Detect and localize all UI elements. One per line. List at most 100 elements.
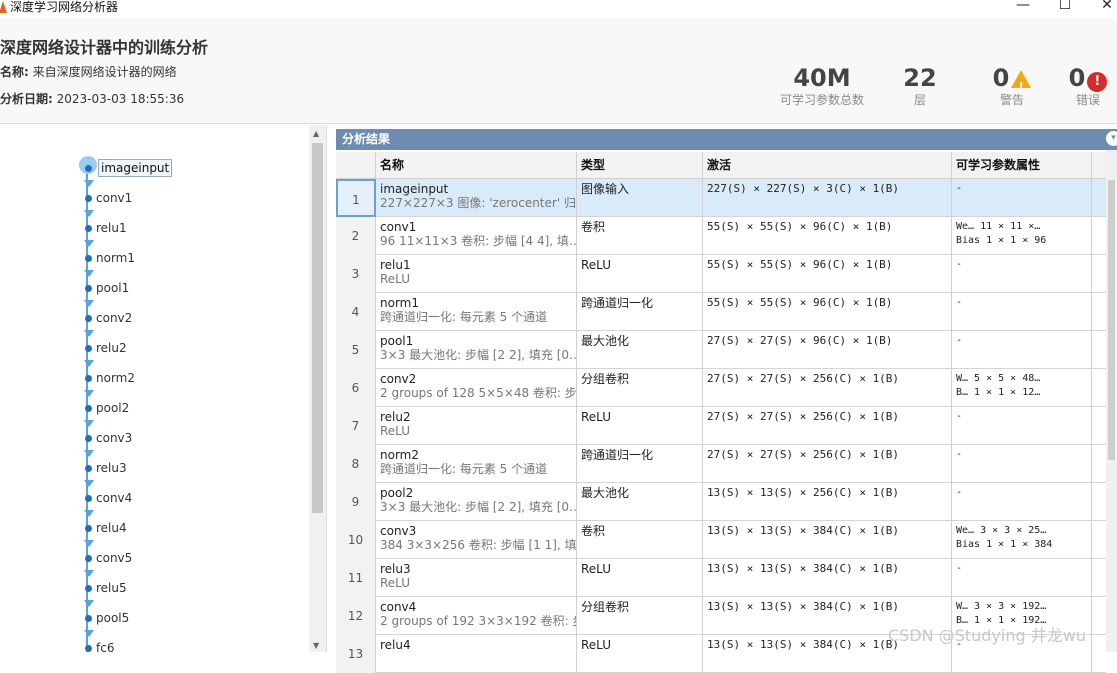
layer-name-cell: relu2 ReLU bbox=[376, 407, 577, 445]
layer-name: pool1 bbox=[380, 334, 414, 348]
analysis-results-panel: 分析结果 ▾ 名称 类型 激活 可学习参数属性 1 imageinput 227×2… bbox=[336, 129, 1117, 673]
header-type[interactable]: 类型 bbox=[577, 152, 703, 179]
layer-type: 最大池化 bbox=[581, 334, 630, 348]
row-index: 7 bbox=[336, 407, 376, 445]
activations-value: 13(S) × 13(S) × 256(C) × 1(B) bbox=[707, 486, 900, 499]
layer-type: 分组卷积 bbox=[581, 372, 630, 386]
header-learnables[interactable]: 可学习参数属性 bbox=[952, 152, 1092, 179]
table-row[interactable]: 3 relu1 ReLU ReLU 55(S) × 55(S) × 96(C) × 1(… bbox=[336, 255, 1106, 293]
activations-value: 227(S) × 227(S) × 3(C) × 1(B) bbox=[707, 182, 900, 195]
learnables-line1: W… 5 × 5 × 48… bbox=[956, 373, 1041, 384]
stat-errors: 0! 错误 bbox=[1060, 64, 1116, 108]
learnables-line1: - bbox=[956, 259, 963, 270]
network-name-value: 来自深度网络设计器的网络 bbox=[32, 65, 177, 79]
layer-description: 3×3 最大池化: 步幅 [2 2], 填充 [0… bbox=[380, 348, 577, 362]
layer-description: 跨通道归一化: 每元素 5 个通道 bbox=[380, 462, 548, 476]
arrow-down-icon bbox=[84, 480, 94, 487]
network-graph-pane[interactable]: imageinput conv1 relu1 norm1 pool1 conv2 relu2… bbox=[0, 125, 327, 652]
arrow-down-icon bbox=[84, 300, 94, 307]
node-dot-icon bbox=[85, 525, 92, 532]
layer-description: 96 11×11×3 卷积: 步幅 [4 4], 填… bbox=[380, 234, 577, 248]
graph-scroll-thumb[interactable] bbox=[312, 143, 323, 513]
panel-header: 分析结果 ▾ bbox=[336, 129, 1117, 150]
layer-type-cell: ReLU bbox=[577, 255, 703, 293]
title-bar: 深度学习网络分析器 — ☐ ✕ bbox=[0, 0, 1117, 18]
graph-node-label: relu3 bbox=[96, 461, 127, 475]
node-dot-icon bbox=[85, 465, 92, 472]
header-activations[interactable]: 激活 bbox=[703, 152, 952, 179]
layer-name-cell: relu1 ReLU bbox=[376, 255, 577, 293]
stat-errors-value: 0 bbox=[1068, 64, 1086, 92]
layer-name-cell: imageinput 227×227×3 图像: 'zerocenter' 归… bbox=[376, 179, 577, 217]
network-name-label: 名称: bbox=[0, 65, 29, 79]
activations-cell: 13(S) × 13(S) × 384(C) × 1(B) bbox=[703, 521, 952, 559]
row-index: 1 bbox=[336, 179, 376, 217]
layer-name-cell: conv1 96 11×11×3 卷积: 步幅 [4 4], 填… bbox=[376, 217, 577, 255]
layer-type: ReLU bbox=[581, 638, 612, 652]
table-row[interactable]: 10 conv3 384 3×3×256 卷积: 步幅 [1 1], 填… 卷积 13(… bbox=[336, 521, 1106, 559]
table-row[interactable]: 2 conv1 96 11×11×3 卷积: 步幅 [4 4], 填… 卷积 55(S)… bbox=[336, 217, 1106, 255]
table-scroll-thumb[interactable] bbox=[1108, 180, 1115, 460]
layer-description: ReLU bbox=[380, 272, 411, 286]
layer-type-cell: 跨通道归一化 bbox=[577, 293, 703, 331]
activations-cell: 27(S) × 27(S) × 96(C) × 1(B) bbox=[703, 331, 952, 369]
table-row[interactable]: 11 relu3 ReLU ReLU 13(S) × 13(S) × 384(C) × … bbox=[336, 559, 1106, 597]
row-index: 8 bbox=[336, 445, 376, 483]
panel-title: 分析结果 bbox=[342, 132, 391, 146]
maximize-button[interactable]: ☐ bbox=[1045, 0, 1085, 16]
table-row[interactable]: 5 pool1 3×3 最大池化: 步幅 [2 2], 填充 [0… 最大池化 27(S… bbox=[336, 331, 1106, 369]
graph-scrollbar[interactable]: ▲ ▼ bbox=[309, 125, 326, 652]
table-row[interactable]: 1 imageinput 227×227×3 图像: 'zerocenter' 归…… bbox=[336, 179, 1106, 217]
node-dot-icon bbox=[85, 615, 92, 622]
layer-name-cell: norm2 跨通道归一化: 每元素 5 个通道 bbox=[376, 445, 577, 483]
table-row[interactable]: 8 norm2 跨通道归一化: 每元素 5 个通道 跨通道归一化 27(S) × 27(… bbox=[336, 445, 1106, 483]
activations-value: 13(S) × 13(S) × 384(C) × 1(B) bbox=[707, 600, 900, 613]
layer-name-cell: conv2 2 groups of 128 5×5×48 卷积: 步… bbox=[376, 369, 577, 407]
layer-description: 2 groups of 192 3×3×192 卷积: 步… bbox=[380, 614, 577, 628]
row-index: 10 bbox=[336, 521, 376, 559]
table-row[interactable]: 6 conv2 2 groups of 128 5×5×48 卷积: 步… 分组卷积 2… bbox=[336, 369, 1106, 407]
layer-name-cell: pool1 3×3 最大池化: 步幅 [2 2], 填充 [0… bbox=[376, 331, 577, 369]
layer-description: 跨通道归一化: 每元素 5 个通道 bbox=[380, 310, 548, 324]
layer-name-cell: conv3 384 3×3×256 卷积: 步幅 [1 1], 填… bbox=[376, 521, 577, 559]
layer-type: ReLU bbox=[581, 258, 612, 272]
table-row[interactable]: 9 pool2 3×3 最大池化: 步幅 [2 2], 填充 [0… 最大池化 13(S… bbox=[336, 483, 1106, 521]
table-scrollbar[interactable] bbox=[1106, 150, 1117, 652]
table-row[interactable]: 4 norm1 跨通道归一化: 每元素 5 个通道 跨通道归一化 55(S) × 55(… bbox=[336, 293, 1106, 331]
activations-cell: 13(S) × 13(S) × 256(C) × 1(B) bbox=[703, 483, 952, 521]
graph-node-label: conv2 bbox=[96, 311, 133, 325]
activations-cell: 27(S) × 27(S) × 256(C) × 1(B) bbox=[703, 445, 952, 483]
table-row[interactable]: 7 relu2 ReLU ReLU 27(S) × 27(S) × 256(C) × 1… bbox=[336, 407, 1106, 445]
layer-name: pool2 bbox=[380, 486, 414, 500]
layer-type: 最大池化 bbox=[581, 486, 630, 500]
error-icon: ! bbox=[1087, 72, 1108, 92]
activations-value: 55(S) × 55(S) × 96(C) × 1(B) bbox=[707, 258, 893, 271]
minimize-button[interactable]: — bbox=[1003, 0, 1043, 16]
learnables-line1: We… 11 × 11 ×… bbox=[956, 221, 1041, 232]
layer-type: 跨通道归一化 bbox=[581, 448, 654, 462]
row-index: 11 bbox=[336, 559, 376, 597]
learnables-line1: - bbox=[956, 335, 963, 346]
node-dot-icon bbox=[85, 375, 92, 382]
layer-name: relu3 bbox=[380, 562, 411, 576]
scroll-up-icon[interactable]: ▲ bbox=[313, 129, 319, 138]
activations-cell: 27(S) × 27(S) × 256(C) × 1(B) bbox=[703, 369, 952, 407]
node-dot-icon bbox=[85, 315, 92, 322]
close-button[interactable]: ✕ bbox=[1087, 0, 1117, 16]
layer-description: 227×227×3 图像: 'zerocenter' 归… bbox=[380, 196, 577, 210]
graph-node-label: norm1 bbox=[96, 251, 135, 265]
graph-node-label: relu2 bbox=[96, 341, 127, 355]
node-dot-icon bbox=[85, 345, 92, 352]
layer-name: relu2 bbox=[380, 410, 411, 424]
node-dot-icon bbox=[85, 495, 92, 502]
graph-node-label: conv3 bbox=[96, 431, 133, 445]
activations-cell: 27(S) × 27(S) × 256(C) × 1(B) bbox=[703, 407, 952, 445]
layer-type-cell: ReLU bbox=[577, 407, 703, 445]
learnables-cell: - bbox=[952, 179, 1092, 217]
page-title: 深度网络设计器中的训练分析 bbox=[0, 38, 209, 57]
table-header: 名称 类型 激活 可学习参数属性 bbox=[336, 152, 1106, 179]
collapse-icon[interactable]: ▾ bbox=[1106, 131, 1117, 146]
scroll-down-icon[interactable]: ▼ bbox=[313, 641, 319, 650]
arrow-down-icon bbox=[84, 600, 94, 607]
header-name[interactable]: 名称 bbox=[376, 152, 577, 179]
